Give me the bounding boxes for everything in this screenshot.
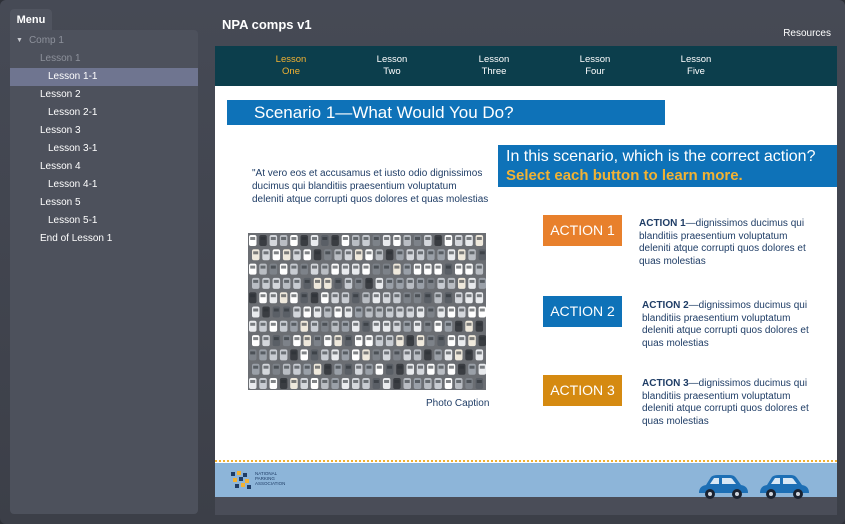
resources-link[interactable]: Resources — [783, 28, 831, 39]
tab-label-line1: Lesson — [275, 54, 307, 65]
tab-lesson-one[interactable]: Lesson One — [256, 54, 326, 78]
course-title: NPA comps v1 — [222, 17, 312, 32]
tab-label-line2: Four — [585, 66, 605, 77]
menu-item-lesson-2[interactable]: Lesson 2 — [10, 86, 198, 104]
tab-label-line2: Two — [383, 66, 401, 77]
menu-item-end-of-lesson-1[interactable]: End of Lesson 1 — [10, 230, 198, 248]
menu-tree: ▼ Comp 1 Lesson 1 Lesson 1-1 Lesson 2 Les… — [10, 30, 198, 248]
intro-text: "At vero eos et accusamus et iusto odio … — [252, 168, 489, 205]
tab-lesson-five[interactable]: Lesson Five — [661, 54, 731, 78]
menu-item-lesson-1-1[interactable]: Lesson 1-1 — [10, 68, 198, 86]
npa-logo-icon — [231, 471, 251, 489]
dotted-divider — [215, 460, 837, 462]
tab-lesson-two[interactable]: Lesson Two — [357, 54, 427, 78]
action-1-label: ACTION 1 — [639, 218, 686, 229]
action-3-description: ACTION 3—dignissimos ducimus qui blandit… — [642, 378, 817, 428]
menu-item-label: Comp 1 — [28, 35, 64, 46]
menu-item-lesson-4[interactable]: Lesson 4 — [10, 158, 198, 176]
tab-label-line1: Lesson — [478, 54, 510, 65]
lesson-nav-bar: Lesson One Lesson Two Lesson Three Lesson Fo… — [215, 46, 837, 86]
action-2-description: ACTION 2—dignissimos ducimus qui blandit… — [642, 300, 817, 350]
car-icon — [760, 475, 809, 499]
tab-lesson-three[interactable]: Lesson Three — [459, 54, 529, 78]
tab-label-line1: Lesson — [376, 54, 408, 65]
question-text: In this scenario, which is the correct a… — [506, 148, 816, 165]
menu-item-lesson-3[interactable]: Lesson 3 — [10, 122, 198, 140]
logo-line: ASSOCIATION — [255, 481, 286, 486]
menu-item-lesson-5-1[interactable]: Lesson 5-1 — [10, 212, 198, 230]
car-icon — [699, 475, 748, 499]
question-instruction: Select each button to learn more. — [506, 167, 743, 184]
action-3-button[interactable]: ACTION 3 — [543, 375, 622, 406]
menu-item-lesson-3-1[interactable]: Lesson 3-1 — [10, 140, 198, 158]
action-2-label: ACTION 2 — [642, 300, 689, 311]
scenario-title: Scenario 1—What Would You Do? — [227, 100, 665, 125]
tab-label-line2: One — [282, 66, 300, 77]
npa-logo: NATIONAL PARKING ASSOCIATION — [229, 470, 285, 497]
action-3-label: ACTION 3 — [642, 378, 689, 389]
tab-label-line2: Five — [687, 66, 705, 77]
logo-text: NATIONAL PARKING ASSOCIATION — [255, 471, 285, 486]
parking-lot-image — [248, 233, 486, 390]
menu-item-lesson-2-1[interactable]: Lesson 2-1 — [10, 104, 198, 122]
tab-lesson-four[interactable]: Lesson Four — [560, 54, 630, 78]
tab-label-line1: Lesson — [680, 54, 712, 65]
tab-label-line1: Lesson — [579, 54, 611, 65]
slide: Lesson One Lesson Two Lesson Three Lesson Fo… — [215, 46, 837, 515]
caret-down-icon[interactable]: ▼ — [16, 32, 23, 50]
menu-tab[interactable]: Menu — [10, 9, 52, 31]
action-2-button[interactable]: ACTION 2 — [543, 296, 622, 327]
menu-item-lesson-1[interactable]: Lesson 1 — [10, 50, 198, 68]
parking-lot-photo — [248, 233, 486, 390]
sidebar: ▼ Comp 1 Lesson 1 Lesson 1-1 Lesson 2 Les… — [10, 30, 198, 514]
menu-item-lesson-5[interactable]: Lesson 5 — [10, 194, 198, 212]
menu-item-comp-1[interactable]: ▼ Comp 1 — [10, 32, 198, 50]
action-1-button[interactable]: ACTION 1 — [543, 215, 622, 246]
question-box: In this scenario, which is the correct a… — [498, 145, 837, 187]
action-1-description: ACTION 1—dignissimos ducimus qui blandit… — [639, 218, 814, 268]
menu-item-lesson-4-1[interactable]: Lesson 4-1 — [10, 176, 198, 194]
tab-label-line2: Three — [481, 66, 507, 77]
photo-caption: Photo Caption — [426, 398, 490, 409]
